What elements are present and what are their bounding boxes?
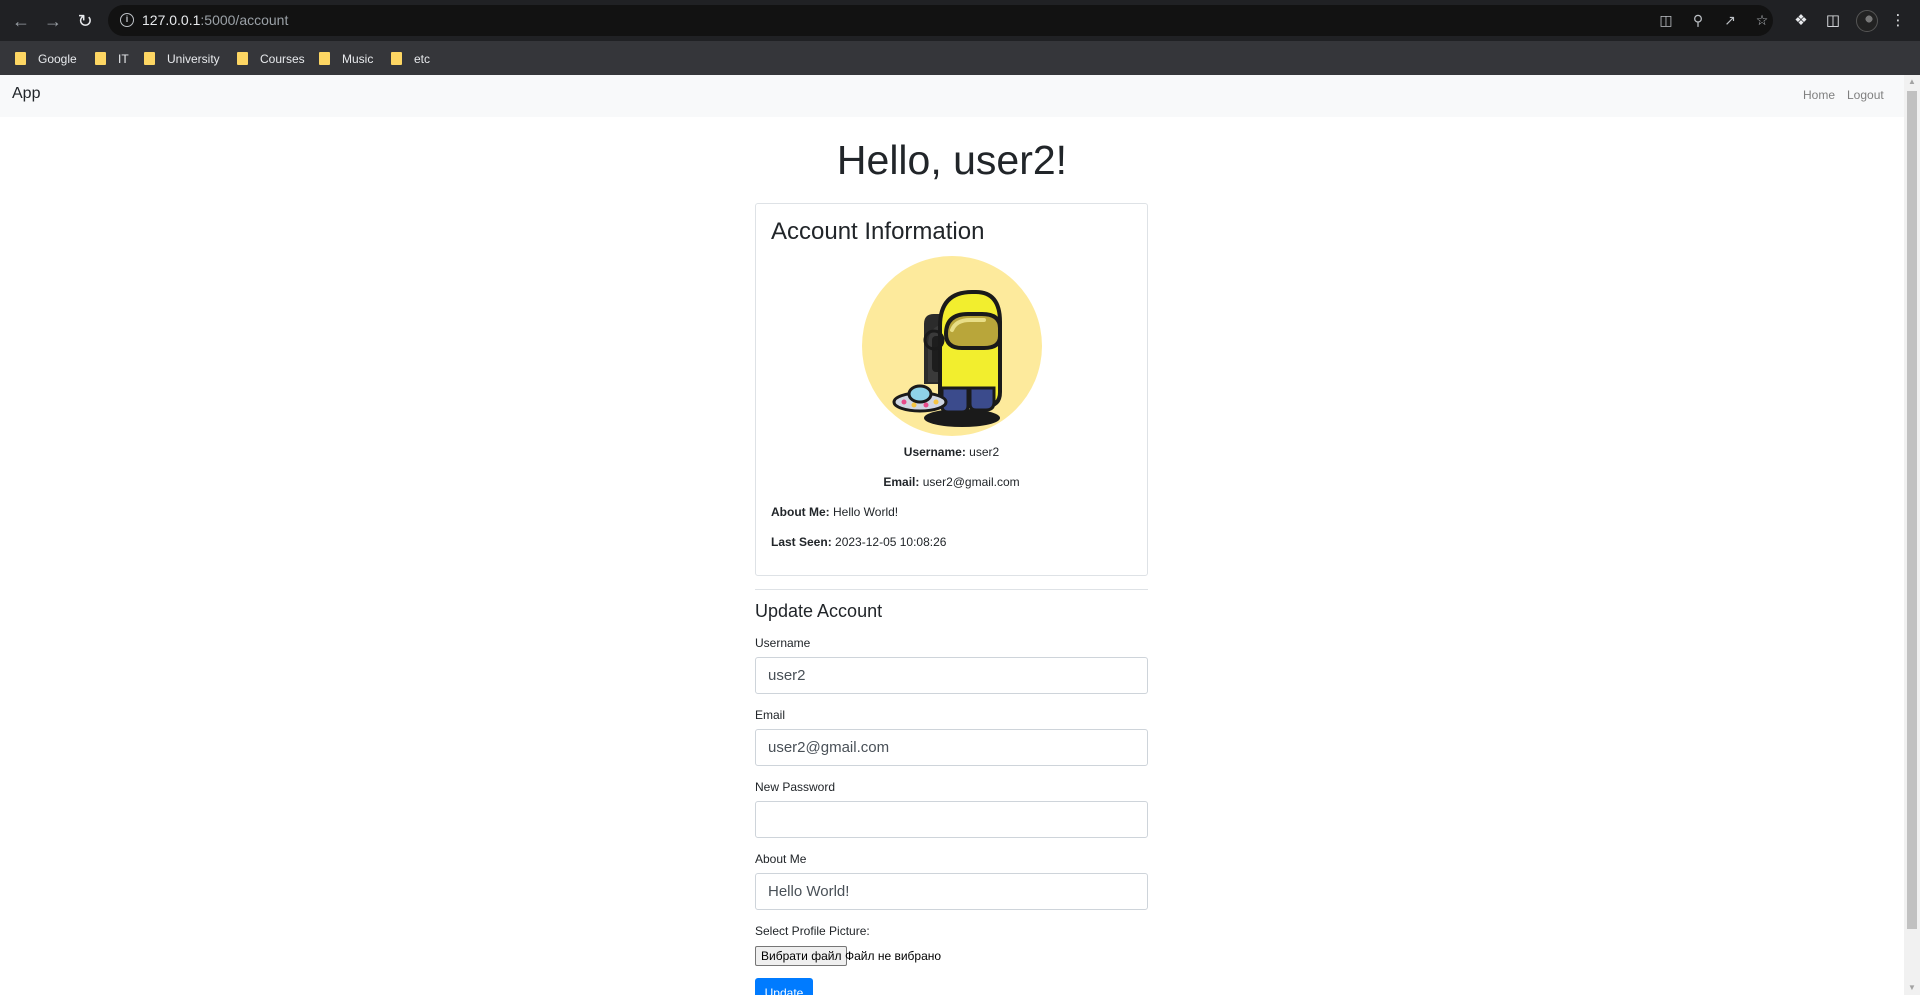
page-content: App Home Logout Hello, user2! Account In… xyxy=(0,75,1904,995)
bookmark-label: University xyxy=(167,52,220,66)
update-button[interactable]: Update xyxy=(755,978,813,995)
bookmark-etc[interactable]: etc xyxy=(391,49,430,69)
username-field-label: Username xyxy=(755,636,811,650)
bookmark-university[interactable]: University xyxy=(144,49,220,69)
info-last-seen: Last Seen: 2023-12-05 10:08:26 xyxy=(771,535,946,549)
app-navbar: App Home Logout xyxy=(0,75,1904,117)
folder-icon xyxy=(391,52,402,65)
bookmarks-bar: Google IT University Courses Music etc xyxy=(0,41,1920,75)
section-divider xyxy=(755,589,1148,590)
bookmark-label: Google xyxy=(38,52,77,66)
account-info-card: Account Information Username: user2 Emai… xyxy=(755,203,1148,576)
folder-icon xyxy=(319,52,330,65)
profile-avatar-icon[interactable] xyxy=(1856,10,1878,32)
url-path: :5000/account xyxy=(200,12,289,28)
nav-link-home[interactable]: Home xyxy=(1803,88,1835,102)
scroll-up-icon[interactable]: ▲ xyxy=(1904,75,1920,89)
profile-picture xyxy=(862,256,1042,436)
nav-link-logout[interactable]: Logout xyxy=(1847,88,1884,102)
bookmark-label: Music xyxy=(342,52,374,66)
update-account-title: Update Account xyxy=(755,601,883,621)
folder-icon xyxy=(144,52,155,65)
forward-icon[interactable]: → xyxy=(40,8,66,34)
email-input[interactable] xyxy=(755,729,1148,766)
crewmate-avatar-icon xyxy=(892,290,1002,427)
password-field-label: New Password xyxy=(755,780,836,794)
card-title: Account Information xyxy=(771,218,985,245)
email-label: Email: xyxy=(883,475,920,489)
about-field-label: About Me xyxy=(755,852,807,866)
about-me-input[interactable] xyxy=(755,873,1148,910)
back-icon[interactable]: ← xyxy=(8,8,34,34)
bookmark-courses[interactable]: Courses xyxy=(237,49,305,69)
navbar-brand[interactable]: App xyxy=(12,85,40,103)
username-input[interactable] xyxy=(755,657,1148,694)
about-value: Hello World! xyxy=(833,505,899,519)
extensions-icon[interactable]: ❖ xyxy=(1788,8,1814,34)
site-info-icon[interactable]: i xyxy=(120,13,134,27)
folder-icon xyxy=(95,52,106,65)
info-about: About Me: Hello World! xyxy=(771,505,898,519)
file-status-text: Файл не вибрано xyxy=(845,949,942,963)
reload-icon[interactable]: ↻ xyxy=(72,8,98,34)
share-icon[interactable]: ↗ xyxy=(1717,5,1743,36)
url-host: 127.0.0.1 xyxy=(142,12,201,28)
page-scrollbar[interactable]: ▲ ▼ xyxy=(1904,75,1920,995)
scroll-down-icon[interactable]: ▼ xyxy=(1904,981,1920,995)
bookmark-it[interactable]: IT xyxy=(95,49,129,69)
folder-icon xyxy=(237,52,248,65)
bookmark-star-icon[interactable]: ☆ xyxy=(1749,5,1775,36)
bookmark-label: etc xyxy=(414,52,431,66)
zoom-icon[interactable]: ⚲ xyxy=(1685,5,1711,36)
new-password-input[interactable] xyxy=(755,801,1148,838)
picture-field-label: Select Profile Picture: xyxy=(755,924,870,938)
last-seen-value: 2023-12-05 10:08:26 xyxy=(835,535,947,549)
bookmark-google[interactable]: Google xyxy=(15,49,77,69)
info-username: Username: user2 xyxy=(756,445,1147,459)
bookmark-label: IT xyxy=(118,52,129,66)
email-value: user2@gmail.com xyxy=(922,475,1020,489)
address-bar[interactable]: i 127.0.0.1:5000/account ◫ ⚲ ↗ ☆ xyxy=(108,5,1773,36)
scroll-thumb[interactable] xyxy=(1907,91,1917,929)
browser-toolbar: ← → ↻ i 127.0.0.1:5000/account ◫ ⚲ ↗ ☆ ❖… xyxy=(0,0,1920,41)
folder-icon xyxy=(15,52,26,65)
side-panel-icon[interactable]: ◫ xyxy=(1820,8,1846,34)
username-label: Username: xyxy=(903,445,966,459)
last-seen-label: Last Seen: xyxy=(771,535,832,549)
username-value: user2 xyxy=(969,445,1000,459)
email-field-label: Email xyxy=(755,708,786,722)
url-text[interactable]: 127.0.0.1:5000/account xyxy=(142,12,288,28)
page-title: Hello, user2! xyxy=(836,137,1068,183)
info-email: Email: user2@gmail.com xyxy=(756,475,1147,489)
about-label: About Me: xyxy=(771,505,830,519)
bookmark-label: Courses xyxy=(260,52,305,66)
menu-kebab-icon[interactable]: ⋮ xyxy=(1885,8,1911,34)
bookmark-music[interactable]: Music xyxy=(319,49,373,69)
translate-icon[interactable]: ◫ xyxy=(1653,5,1679,36)
choose-file-button[interactable]: Вибрати файл xyxy=(755,946,848,966)
